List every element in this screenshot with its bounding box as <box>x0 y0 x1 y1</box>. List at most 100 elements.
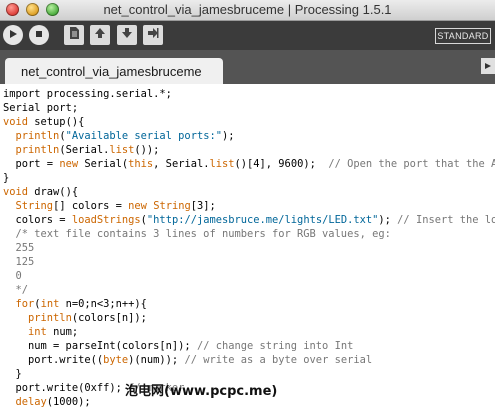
save-icon <box>121 26 133 44</box>
code-token: )(num)); <box>128 354 185 366</box>
code-line: int num; <box>3 325 78 339</box>
stop-button[interactable] <box>29 25 49 45</box>
code-token: // Open the port that the Ardu <box>328 158 495 170</box>
code-line: /* text file contains 3 lines of numbers… <box>3 227 391 241</box>
code-token: this <box>128 158 154 170</box>
code-token: "Available serial ports:" <box>65 130 222 142</box>
save-button[interactable] <box>117 25 137 45</box>
code-token: colors = <box>3 214 72 226</box>
code-token: (1000); <box>46 396 91 408</box>
play-icon <box>8 26 18 44</box>
code-token: setup(){ <box>28 116 85 128</box>
code-token: loadStrings <box>71 214 141 226</box>
code-token: byte <box>103 354 129 366</box>
code-token: "http://jamesbruce.me/lights/LED.txt" <box>146 214 379 226</box>
code-token: 125 <box>3 256 35 268</box>
code-line: import processing.serial.*; <box>3 87 172 101</box>
code-token: new <box>59 158 79 170</box>
code-token: (Serial. <box>59 144 110 156</box>
code-token: list <box>209 158 235 170</box>
code-token: // write as a byte over serial <box>184 354 373 366</box>
code-token: String <box>153 200 191 212</box>
code-token: Serial( <box>78 158 129 170</box>
code-line: delay(1000); <box>3 395 91 409</box>
code-token: draw(){ <box>28 186 79 198</box>
code-token: , Serial. <box>153 158 210 170</box>
code-token: int <box>28 326 47 338</box>
code-token: port.write(0xff); <box>3 382 129 394</box>
code-token: import processing.serial.*; <box>3 88 172 100</box>
code-line: 255 <box>3 241 35 255</box>
tab-bar: net_control_via_jamesbruceme <box>0 50 495 84</box>
code-token: [3]; <box>190 200 216 212</box>
code-token: 255 <box>3 242 35 254</box>
code-line: for(int n=0;n<3;n++){ <box>3 297 147 311</box>
code-token: ()[4], 9600); <box>234 158 329 170</box>
code-token: delay <box>15 396 47 408</box>
code-token: String <box>15 200 54 212</box>
arrow-right-icon <box>484 57 492 75</box>
code-line: colors = loadStrings("http://jamesbruce.… <box>3 213 495 227</box>
code-token: 0 <box>3 270 22 282</box>
open-icon <box>94 26 106 44</box>
code-token: */ <box>3 284 29 296</box>
code-line: println(Serial.list()); <box>3 143 160 157</box>
code-editor[interactable]: import processing.serial.*; Serial port; v… <box>0 84 495 413</box>
code-line: println(colors[n]); <box>3 311 147 325</box>
code-token: num; <box>46 326 79 338</box>
code-line: port = new Serial(this, Serial.list()[4]… <box>3 157 495 171</box>
code-token: /* text file contains 3 lines of numbers… <box>3 228 391 240</box>
code-token: // change string into Int <box>196 340 354 352</box>
code-token: num = parseInt(colors[n]); <box>3 340 197 352</box>
code-token: ); <box>378 214 398 226</box>
tab-sketch[interactable]: net_control_via_jamesbruceme <box>5 58 223 84</box>
export-button[interactable] <box>143 25 163 45</box>
code-token: for <box>15 298 35 310</box>
code-token: // Insert the locat <box>397 214 495 226</box>
code-line: 0 <box>3 269 22 283</box>
new-file-icon <box>68 26 80 45</box>
toolbar: STANDARD <box>0 21 495 50</box>
tab-menu-button[interactable] <box>481 58 495 74</box>
code-line: Serial port; <box>3 101 78 115</box>
mode-selector[interactable]: STANDARD <box>435 28 491 44</box>
code-token: println <box>28 312 72 324</box>
processing-window: net_control_via_jamesbruceme | Processin… <box>0 0 495 413</box>
code-line: println("Available serial ports:"); <box>3 129 235 143</box>
code-token: list <box>109 144 135 156</box>
code-token: port = <box>3 158 60 170</box>
code-token: Serial port; <box>3 102 79 114</box>
code-token: } <box>3 172 10 184</box>
code-token: int <box>40 298 60 310</box>
code-line: } <box>3 171 9 185</box>
run-button[interactable] <box>3 25 23 45</box>
code-line: void draw(){ <box>3 185 78 199</box>
code-token: println <box>15 144 60 156</box>
code-token: ); <box>221 130 235 142</box>
code-token: [] colors = <box>53 200 129 212</box>
code-token: new <box>128 200 147 212</box>
window-title: net_control_via_jamesbruceme | Processin… <box>103 2 392 17</box>
code-line: 125 <box>3 255 35 269</box>
code-token: println <box>15 130 60 142</box>
code-line: port.write((byte)(num)); // write as a b… <box>3 353 372 367</box>
code-token: port.write(( <box>3 354 104 366</box>
watermark: 泡电网(www.pcpc.me) <box>125 384 278 399</box>
code-token: n=0;n<3;n++){ <box>59 298 147 310</box>
stop-icon <box>34 26 44 44</box>
title-bar: net_control_via_jamesbruceme | Processin… <box>0 0 495 21</box>
new-button[interactable] <box>64 25 84 45</box>
export-icon <box>147 26 159 44</box>
open-button[interactable] <box>90 25 110 45</box>
code-token: ()); <box>134 144 160 156</box>
code-token: } <box>3 368 22 380</box>
code-token: (colors[n]); <box>71 312 147 324</box>
code-line: String[] colors = new String[3]; <box>3 199 216 213</box>
